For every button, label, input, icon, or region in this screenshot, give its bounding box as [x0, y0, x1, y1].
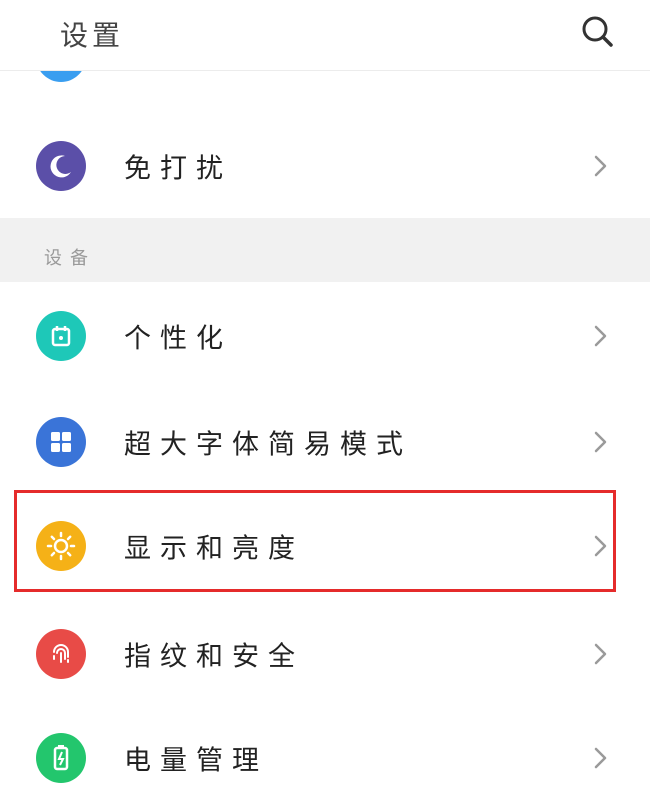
settings-item-label: 显示和亮度 — [124, 533, 304, 565]
sun-icon — [36, 521, 86, 571]
settings-item-label: 个性化 — [124, 323, 232, 355]
settings-item-personalization[interactable]: 个性化 — [0, 284, 650, 388]
settings-item-label: 超大字体简易模式 — [124, 429, 412, 461]
chevron-right-icon — [586, 322, 614, 350]
page-title: 设置 — [60, 19, 125, 52]
chevron-right-icon — [586, 428, 614, 456]
settings-item-fingerprint-security[interactable]: 指纹和安全 — [0, 602, 650, 706]
top-bar: 设置 — [0, 0, 650, 71]
grid-icon — [36, 417, 86, 467]
moon-icon — [36, 141, 86, 191]
chevron-right-icon — [586, 532, 614, 560]
settings-item-battery-management[interactable]: 电量管理 — [0, 706, 650, 810]
section-label: 设备 — [44, 248, 96, 269]
settings-item-label: 指纹和安全 — [124, 641, 304, 673]
settings-item-large-font-mode[interactable]: 超大字体简易模式 — [0, 390, 650, 494]
search-icon[interactable] — [580, 14, 614, 48]
settings-item-do-not-disturb[interactable]: 免打扰 — [0, 114, 650, 218]
settings-item-label: 电量管理 — [124, 745, 268, 777]
palette-icon — [36, 311, 86, 361]
settings-item-display-brightness[interactable]: 显示和亮度 — [0, 494, 650, 598]
chevron-right-icon — [586, 152, 614, 180]
section-header-device: 设备 — [0, 218, 650, 282]
fingerprint-icon — [36, 629, 86, 679]
chevron-right-icon — [586, 744, 614, 772]
battery-icon — [36, 733, 86, 783]
settings-item-label: 免打扰 — [124, 153, 232, 185]
chevron-right-icon — [586, 640, 614, 668]
